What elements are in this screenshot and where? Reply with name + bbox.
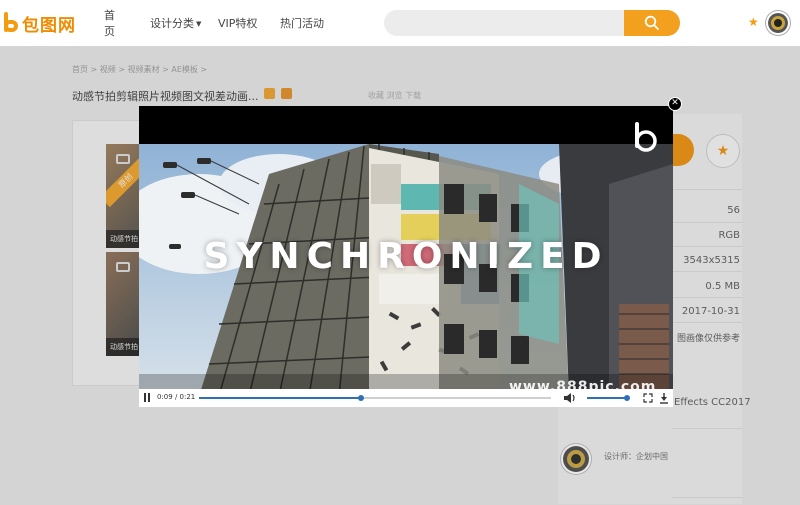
avatar-image-icon	[768, 13, 788, 33]
caret-down-icon: ▼	[196, 20, 202, 28]
close-modal-button[interactable]: ✕	[668, 97, 682, 111]
logo-b-icon	[2, 12, 20, 34]
site-logo[interactable]: 包图网	[2, 10, 76, 36]
video-headline: SYNCHRONIZED	[203, 236, 609, 277]
logo-text: 包图网	[22, 15, 76, 36]
seek-bar[interactable]	[199, 395, 551, 401]
player-controls: 0:09 / 0:21	[139, 389, 673, 407]
download-icon[interactable]	[659, 392, 669, 404]
seek-bar-handle[interactable]	[357, 395, 364, 401]
search-bar	[384, 10, 680, 36]
close-icon: ✕	[671, 98, 679, 108]
search-button[interactable]	[624, 10, 680, 36]
nav-item-events[interactable]: 热门活动	[280, 15, 324, 31]
video-frame[interactable]: SYNCHRONIZED www.888pic.com	[139, 144, 673, 396]
search-input[interactable]	[384, 10, 624, 36]
video-player-modal: SYNCHRONIZED www.888pic.com 0:09 / 0:21	[139, 106, 673, 407]
nav-item-vip[interactable]: VIP特权	[218, 15, 257, 31]
nav-item-categories-label: 设计分类	[150, 17, 194, 30]
nav-more-icon[interactable]: ···	[344, 0, 360, 6]
search-icon	[644, 15, 659, 30]
nav-item-home[interactable]: 首页	[104, 7, 115, 39]
playback-time: 0:09 / 0:21	[157, 393, 196, 401]
volume-slider-handle[interactable]	[624, 395, 630, 401]
volume-icon[interactable]	[563, 392, 577, 404]
volume-slider-fill	[587, 397, 627, 399]
seek-bar-played	[199, 397, 361, 399]
video-brand-logo-icon	[635, 122, 657, 152]
nav-item-categories[interactable]: 设计分类 ▼	[150, 15, 201, 31]
fullscreen-icon[interactable]	[643, 393, 653, 403]
site-header: 包图网 首页 设计分类▼ VIP特权 热门活动 ··· ★	[0, 0, 800, 46]
pause-icon[interactable]	[144, 393, 152, 403]
user-avatar[interactable]	[766, 11, 790, 35]
volume-slider[interactable]	[587, 395, 630, 401]
favorites-star-icon[interactable]: ★	[748, 15, 759, 29]
